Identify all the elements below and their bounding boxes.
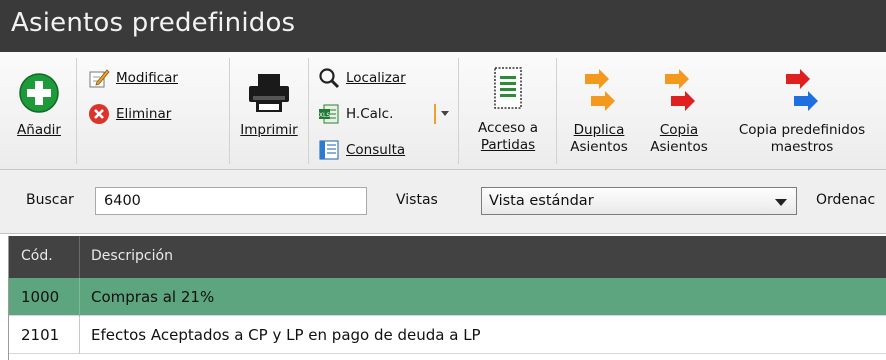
printer-icon [249, 74, 289, 112]
delete-icon [88, 103, 110, 125]
locate-label: Localizar [346, 70, 406, 86]
copy-arrows-icon [665, 69, 695, 111]
ribbon-toolbar: Añadir Modificar Eliminar Imprimir Local… [0, 52, 886, 170]
add-icon [19, 73, 59, 113]
spreadsheet-icon: XLS [318, 103, 340, 125]
delete-button[interactable]: Eliminar [88, 102, 171, 126]
print-label: Imprimir [240, 122, 298, 138]
table-row[interactable]: 1000 Compras al 21% [9, 278, 886, 316]
document-lines-icon [494, 67, 522, 109]
svg-text:XLS: XLS [319, 112, 330, 119]
copy-master-label-line1: Copia predefinidos [738, 122, 866, 138]
print-button[interactable]: Imprimir [238, 72, 300, 139]
query-button[interactable]: Consulta [318, 138, 405, 162]
copy-label-line1: Copia [659, 122, 699, 138]
copy-master-label-line2: maestros [770, 139, 834, 155]
query-label: Consulta [346, 142, 406, 158]
search-input[interactable]: 6400 [95, 187, 367, 215]
row-code: 1000 [21, 288, 60, 306]
views-label: Vistas [396, 192, 438, 208]
duplicate-entries-button[interactable]: Duplica Asientos [563, 68, 635, 156]
edit-icon [88, 67, 110, 89]
query-icon [318, 139, 340, 161]
filter-bar: Buscar 6400 Vistas Vista estándar Ordena… [0, 170, 886, 234]
copy-master-button[interactable]: Copia predefinidos maestros [727, 68, 877, 156]
hcalc-label: H.Calc. [346, 106, 394, 122]
window-title: Asientos predefinidos [0, 0, 886, 52]
row-description: Compras al 21% [91, 288, 215, 306]
access-entries-button[interactable]: Acceso a Partidas [465, 66, 551, 154]
table-header: Cód. Descripción [9, 236, 886, 278]
modify-button[interactable]: Modificar [88, 66, 178, 90]
search-icon [318, 67, 340, 89]
row-description: Efectos Aceptados a CP y LP en pago de d… [91, 326, 481, 344]
duplicate-label-line1: Duplica [573, 122, 625, 138]
hcalc-dropdown[interactable] [434, 104, 450, 124]
access-label-line1: Acceso a [477, 120, 538, 136]
views-select[interactable]: Vista estándar [481, 187, 797, 215]
locate-button[interactable]: Localizar [318, 66, 406, 90]
delete-label: Eliminar [116, 106, 172, 122]
add-label: Añadir [17, 122, 61, 138]
views-value: Vista estándar [489, 193, 594, 209]
table-row[interactable]: 2101 Efectos Aceptados a CP y LP en pago… [9, 316, 886, 354]
copy-master-arrows-icon [786, 69, 818, 111]
hcalc-button[interactable]: XLS H.Calc. [318, 102, 393, 126]
duplicate-label-line2: Asientos [570, 139, 628, 155]
column-header-description[interactable]: Descripción [91, 248, 173, 264]
order-label: Ordenac [816, 192, 876, 208]
duplicate-arrows-icon [585, 69, 615, 111]
access-label-line2: Partidas [480, 137, 536, 153]
add-button[interactable]: Añadir [10, 72, 68, 139]
chevron-down-icon [441, 111, 449, 116]
entries-table: Cód. Descripción 1000 Compras al 21% 210… [8, 236, 886, 360]
modify-label: Modificar [116, 70, 178, 86]
row-code: 2101 [21, 326, 60, 344]
search-label: Buscar [26, 192, 74, 208]
column-header-code[interactable]: Cód. [21, 248, 53, 264]
copy-entries-button[interactable]: Copia Asientos [643, 68, 715, 156]
chevron-down-icon [775, 199, 787, 206]
copy-label-line2: Asientos [650, 139, 708, 155]
